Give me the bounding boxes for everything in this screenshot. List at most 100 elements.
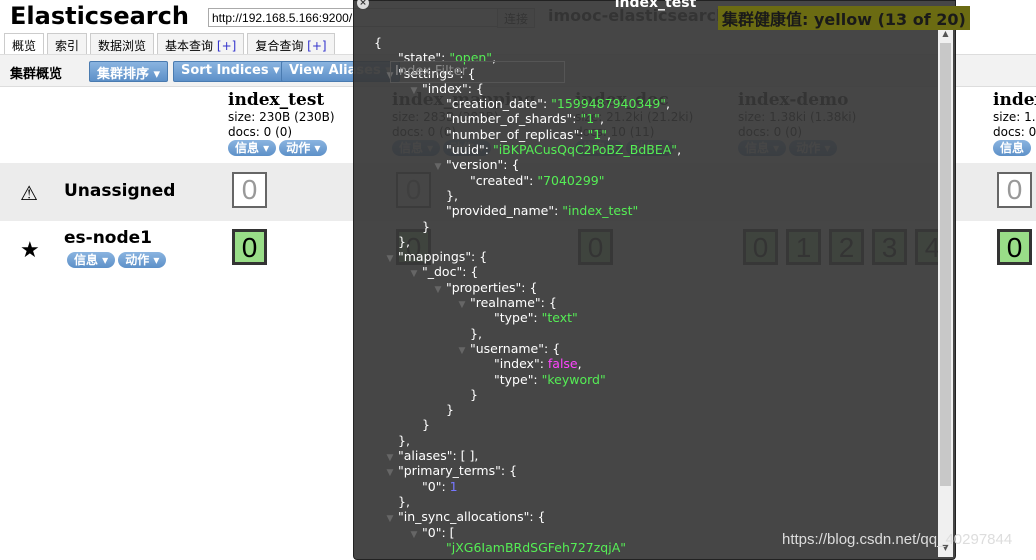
json-line: ▼ "mappings": { [387,249,488,265]
index-name: index [993,90,1036,110]
collapse-toggle-icon[interactable]: ▼ [382,466,398,481]
json-punct: { [511,157,520,173]
json-line: "0": 1 [422,478,458,494]
json-punct: { [470,264,479,280]
json-punct: , [599,111,604,127]
json-key: creation_date [451,96,538,112]
assigned-shard[interactable]: 0 [232,229,267,265]
add-tab-link[interactable]: [+] [217,39,236,53]
json-key: index [499,356,534,372]
index-action-button[interactable]: 动作 ▾ [279,140,328,156]
json-line: ▼ "primary_terms": { [387,463,518,479]
tab-label: 数据浏览 [98,39,147,53]
sort-indices-button[interactable]: Sort Indices ▾ [173,61,288,82]
json-line: } [446,402,454,417]
collapse-toggle-icon[interactable]: ▼ [382,512,398,527]
json-key: settings [403,65,454,81]
json-key: aliases [403,448,447,464]
tab-overview[interactable]: 概览 [4,33,45,54]
tab-browser[interactable]: 数据浏览 [90,33,155,54]
scrollbar-thumb[interactable] [940,43,951,486]
node-info-button[interactable]: 信息 ▾ [67,252,116,268]
json-line: "number_of_replicas": "1", [446,126,611,142]
json-key: version [451,157,498,173]
json-punct: { [529,279,538,295]
json-punct: } [422,218,430,234]
json-key: index [427,80,462,96]
json-key: mappings [403,249,466,265]
json-value: "open" [449,50,493,66]
tab-label: 基本查询 [165,39,214,53]
tab-compound-query[interactable]: 复合查询 [+] [247,33,335,54]
json-key: 0 [427,478,436,494]
json-line: "index": false, [494,356,582,372]
collapse-toggle-icon[interactable]: ▼ [406,84,422,99]
json-punct: { [537,509,546,525]
json-line: "jXG6IamBRdSGFeh727zqjA" [446,540,626,555]
json-punct: { [475,80,484,96]
unassigned-shard[interactable]: 0 [997,172,1032,208]
add-tab-link[interactable]: [+] [307,39,326,53]
json-punct: , [577,356,582,372]
collapse-toggle-icon[interactable]: ▼ [382,252,398,267]
json-line: "number_of_shards": "1", [446,111,604,127]
json-punct: { [479,249,488,265]
collapse-toggle-icon[interactable]: ▼ [430,160,446,175]
json-key: number_of_replicas [451,126,574,142]
tab-label: 索引 [55,39,80,53]
json-key: type [499,310,528,326]
collapse-toggle-icon[interactable]: ▼ [454,344,470,359]
json-value: "index_test" [562,203,639,219]
json-line: "type": "text" [494,310,578,326]
json-line: "creation_date": "1599487940349", [446,96,671,112]
json-line: ▼ "0": [ [411,525,455,540]
tab-indices[interactable]: 索引 [47,33,88,54]
json-line: }, [398,234,410,249]
index-info-button[interactable]: 信息 ▾ [228,140,277,156]
json-punct: , [677,142,682,158]
json-line: ▼ "settings": { [387,65,476,81]
json-key: type [499,371,528,387]
json-line: } [422,219,430,234]
dialog-scrollbar[interactable]: ▲ ▼ [938,29,953,557]
json-line: ▼ "aliases": [ ], [387,448,479,464]
collapse-toggle-icon[interactable]: ▼ [454,298,470,313]
json-line: ▼ "properties": { [435,279,538,295]
json-value: "iBKPACusQqC2PoBZ_BdBEA" [492,142,678,158]
json-value: "1" [580,111,600,127]
index-info-button[interactable]: 信息 [993,140,1032,156]
json-key: username [475,340,539,356]
json-key: _doc [427,264,457,280]
json-punct: }, [398,233,410,249]
collapse-toggle-icon[interactable]: ▼ [430,283,446,298]
index-size: size: 230B (230B) [228,110,335,124]
json-punct: } [446,402,454,418]
json-value: 1 [449,478,458,494]
tab-basic-query[interactable]: 基本查询 [+] [157,33,245,54]
collapse-toggle-icon[interactable]: ▼ [382,69,398,84]
json-line: "type": "keyword" [494,371,606,387]
tab-label: 概览 [12,39,37,53]
collapse-toggle-icon[interactable]: ▼ [406,528,422,543]
cluster-sort-button[interactable]: 集群排序 ▾ [89,61,169,82]
watermark: https://blog.csdn.net/qq_40297844 [782,531,1013,548]
json-value: "text" [541,310,578,326]
scroll-up-icon[interactable]: ▲ [938,29,953,43]
json-line: ▼ "_doc": { [411,264,479,280]
json-line: }, [470,326,482,341]
collapse-toggle-icon[interactable]: ▼ [382,451,398,466]
json-line: "state": "open", [398,50,497,66]
app-title: Elasticsearch [10,2,189,30]
node-action-button[interactable]: 动作 ▾ [118,252,167,268]
node-name: es-node1 [64,228,153,248]
json-key: properties [451,279,516,295]
star-icon: ★ [20,238,40,263]
json-punct: { [509,463,518,479]
assigned-shard[interactable]: 0 [997,229,1032,265]
json-value: "keyword" [541,371,606,387]
index-docs: docs: 0 (0) [228,125,293,139]
json-punct: }, [446,187,458,203]
unassigned-shard[interactable]: 0 [232,172,267,208]
json-value: "1599487940349" [551,96,667,112]
collapse-toggle-icon[interactable]: ▼ [406,267,422,282]
